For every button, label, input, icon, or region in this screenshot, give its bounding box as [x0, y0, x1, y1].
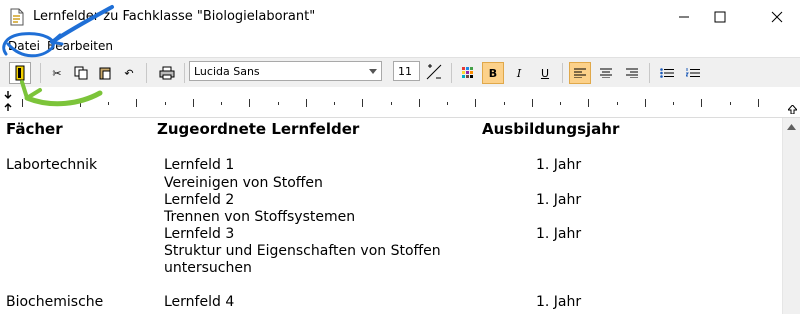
annotation-overlay	[2, 5, 114, 107]
blue-highlight-stroke	[2, 32, 55, 58]
blue-arrow-tail	[50, 5, 114, 44]
green-arrow-head	[20, 80, 42, 100]
green-arrow-shaft	[24, 90, 103, 107]
blue-arrow-head	[50, 33, 64, 46]
